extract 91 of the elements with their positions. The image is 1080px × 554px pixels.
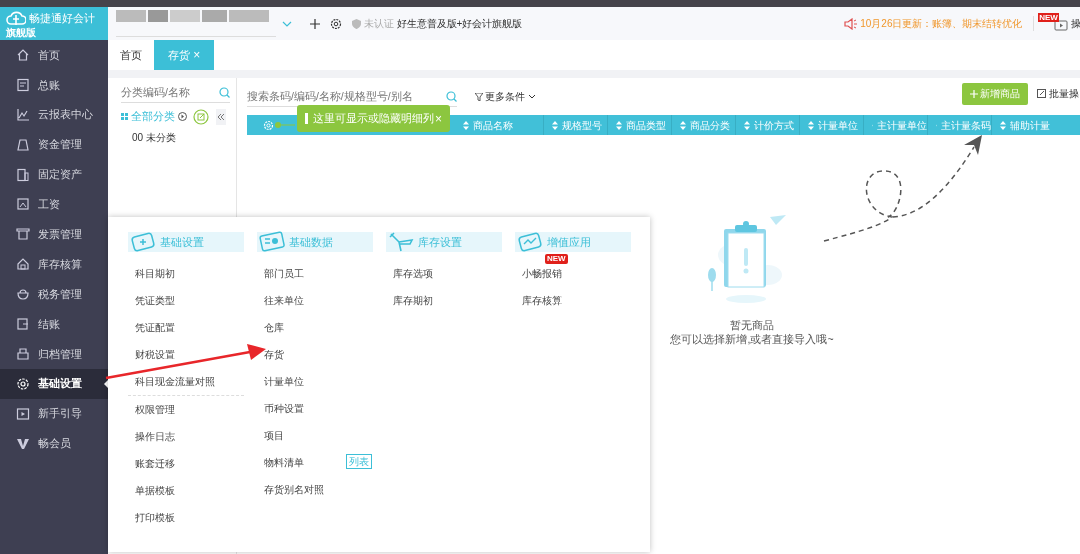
search-icon[interactable] xyxy=(446,90,457,102)
menu-item[interactable]: 币种设置 xyxy=(264,401,304,416)
grid-icon xyxy=(121,113,128,120)
menu-item[interactable]: 存货别名对照 xyxy=(264,482,324,497)
more-filters-button[interactable]: 更多条件 xyxy=(473,88,537,105)
batch-operation-button[interactable]: 批量操 xyxy=(1036,85,1080,102)
empty-hint: 您可以选择新增,或者直接导入哦~ xyxy=(670,332,834,346)
edit-icon xyxy=(1037,89,1047,98)
menu-item[interactable]: 库存期初 xyxy=(393,293,433,308)
menu-item[interactable]: 往来单位 xyxy=(264,293,304,308)
edit-icon[interactable] xyxy=(193,108,210,125)
sidebar-item[interactable]: 基础设置 xyxy=(0,368,108,399)
menu-item[interactable]: 科目期初 xyxy=(135,266,175,281)
category-search-field[interactable]: 分类编码/名称 xyxy=(121,82,219,102)
menu-item[interactable]: 打印模板 xyxy=(135,510,175,525)
menu-item[interactable]: 小畅报销 xyxy=(522,266,562,281)
menu-section-header: 库存设置 xyxy=(386,232,502,252)
sidebar-item[interactable]: 结账 xyxy=(0,309,108,339)
sidebar-item[interactable]: 工资 xyxy=(0,189,108,220)
home-icon xyxy=(16,47,30,62)
empty-title: 暂无商品 xyxy=(730,318,774,332)
menu-item[interactable]: 凭证类型 xyxy=(135,293,175,308)
play-circle-icon[interactable] xyxy=(177,112,187,121)
menu-item[interactable]: 操作日志 xyxy=(135,429,175,444)
new-badge: NEW xyxy=(545,254,568,264)
document-icon xyxy=(16,316,30,331)
building-icon xyxy=(16,167,30,182)
menu-item[interactable]: 库存核算 xyxy=(522,293,562,308)
category-item[interactable]: 00 未分类 xyxy=(132,130,230,145)
menu-item[interactable]: 科目现金流量对照 xyxy=(135,374,215,389)
collapse-icon[interactable] xyxy=(216,108,226,125)
id-card-icon xyxy=(259,231,285,253)
tray-icon xyxy=(16,346,30,361)
tooltip-text: 这里可显示或隐藏明细列 xyxy=(313,111,434,127)
vip-icon xyxy=(16,436,30,451)
image-icon xyxy=(16,197,30,212)
sidebar-item[interactable]: 归档管理 xyxy=(0,338,108,369)
bowl-icon xyxy=(16,287,30,302)
settings-icon[interactable] xyxy=(330,17,342,30)
menu-item[interactable]: 存货 xyxy=(264,347,284,362)
plus-icon[interactable] xyxy=(310,18,320,29)
search-icon[interactable] xyxy=(219,86,230,98)
certification-status: 未认证 xyxy=(363,17,394,31)
menu-item[interactable]: 凭证配置 xyxy=(135,320,175,335)
sidebar-item[interactable]: 云报表中心 xyxy=(0,99,108,130)
menu-item[interactable]: 单据模板 xyxy=(135,483,175,498)
menu-section-header: 基础数据 xyxy=(257,232,373,252)
sidebar-item[interactable]: 库存核算 xyxy=(0,249,108,280)
card-icon xyxy=(130,231,156,253)
trend-card-icon xyxy=(517,231,543,253)
bag-icon xyxy=(16,137,30,152)
document-icon xyxy=(16,77,30,92)
chevron-down-icon[interactable] xyxy=(282,20,292,27)
menu-section-header: 增值应用 xyxy=(515,232,631,252)
menu-item[interactable]: 权限管理 xyxy=(135,402,175,417)
sidebar-item[interactable]: 畅会员 xyxy=(0,428,108,459)
menu-item[interactable]: 部门员工 xyxy=(264,266,304,281)
printer-icon xyxy=(16,227,30,242)
sidebar-item[interactable]: 税务管理 xyxy=(0,279,108,309)
menu-item[interactable]: 财税设置 xyxy=(135,347,175,362)
speaker-icon xyxy=(843,17,858,30)
chart-icon xyxy=(16,107,30,122)
video-icon[interactable] xyxy=(1054,18,1069,31)
play-icon xyxy=(16,406,30,421)
shield-icon xyxy=(352,18,361,29)
sidebar-item[interactable]: 新手引导 xyxy=(0,398,108,429)
menu-item[interactable]: 账套迁移 xyxy=(135,456,175,471)
menu-section-header: 基础设置 xyxy=(128,232,244,252)
help-link[interactable]: 操 xyxy=(1071,16,1080,31)
product-version: 好生意普及版+好会计旗舰版 xyxy=(396,17,523,31)
sidebar-item[interactable]: 固定资产 xyxy=(0,159,108,190)
house-icon xyxy=(16,257,30,272)
menu-item[interactable]: 计量单位 xyxy=(264,374,304,389)
sidebar-item[interactable]: 发票管理 xyxy=(0,219,108,250)
filter-icon xyxy=(474,92,483,101)
edition-label: 旗舰版 xyxy=(6,26,37,38)
chevron-down-icon xyxy=(528,94,536,99)
app-name: 畅捷通好会计 xyxy=(28,11,95,26)
menu-item[interactable]: 项目 xyxy=(264,428,284,443)
cloud-logo-icon xyxy=(6,10,26,27)
plus-icon xyxy=(969,89,978,98)
sidebar-item[interactable]: 总账 xyxy=(0,69,108,100)
sidebar-item[interactable]: 资金管理 xyxy=(0,129,108,160)
menu-item[interactable]: 物料清单 xyxy=(264,455,304,470)
new-badge: NEW xyxy=(1038,12,1059,22)
settings-icon xyxy=(16,376,30,391)
menu-item[interactable]: 库存选项 xyxy=(393,266,433,281)
menu-item[interactable]: 仓库 xyxy=(264,320,284,335)
pointer-dot-icon xyxy=(275,122,295,128)
sidebar-item[interactable]: 首页 xyxy=(0,40,108,70)
goods-search-field[interactable]: 搜索条码/编码/名称/规格型号/别名 xyxy=(247,86,446,106)
